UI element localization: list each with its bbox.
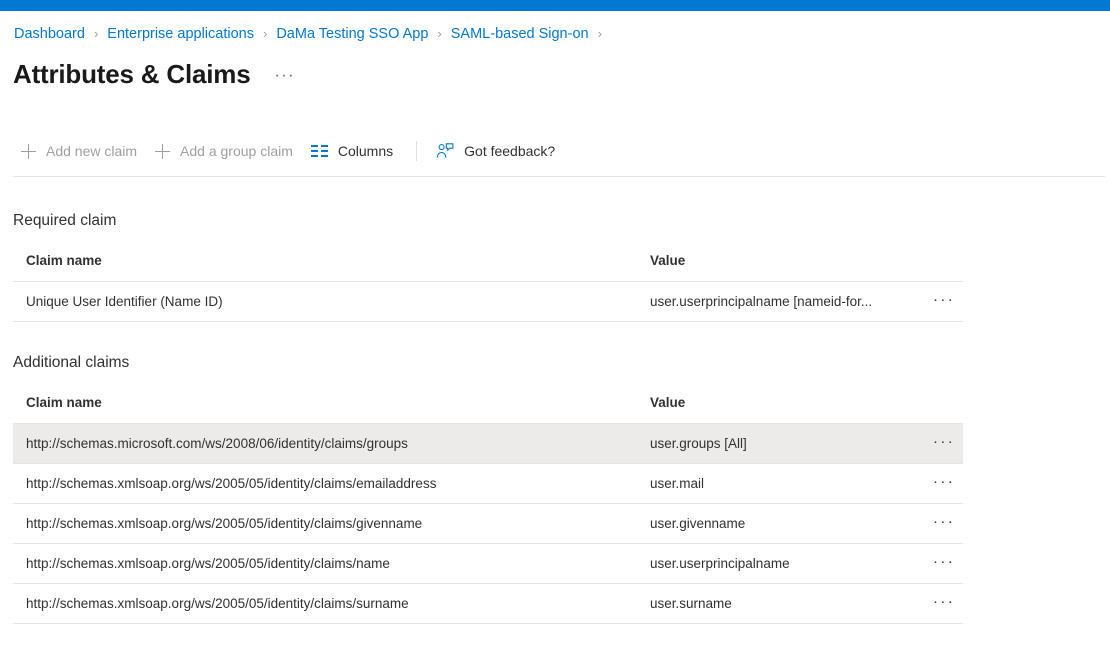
breadcrumb-chevron-icon: ›: [437, 24, 441, 44]
column-header-claim-name: Claim name: [13, 395, 650, 424]
section-heading-additional: Additional claims: [13, 353, 963, 373]
command-label: Got feedback?: [464, 143, 555, 159]
table-row[interactable]: http://schemas.xmlsoap.org/ws/2005/05/id…: [13, 504, 963, 544]
cell-value: user.groups [All]: [650, 424, 933, 464]
cell-value: user.surname: [650, 584, 933, 624]
command-bar-divider: [13, 176, 1105, 177]
command-label: Add new claim: [46, 143, 137, 159]
cell-actions: ···: [933, 424, 963, 464]
column-header-actions: [933, 395, 963, 424]
plus-icon: [155, 144, 170, 159]
cell-actions: ···: [933, 504, 963, 544]
column-header-actions: [933, 253, 963, 282]
row-more-menu-icon[interactable]: ···: [933, 437, 955, 447]
command-label: Columns: [338, 143, 393, 159]
columns-icon: [311, 145, 328, 158]
cell-value: user.userprincipalname: [650, 544, 933, 584]
cell-actions: ···: [933, 282, 963, 322]
page-title: Attributes & Claims: [13, 58, 250, 90]
breadcrumb-link-0[interactable]: Dashboard: [13, 24, 86, 44]
cell-claim-name: http://schemas.xmlsoap.org/ws/2005/05/id…: [13, 584, 650, 624]
breadcrumb-link-1[interactable]: Enterprise applications: [106, 24, 255, 44]
row-more-menu-icon[interactable]: ···: [933, 597, 955, 607]
cell-actions: ···: [933, 464, 963, 504]
command-got-feedback-button[interactable]: Got feedback?: [428, 133, 565, 169]
command-add-a-group-claim-button: Add a group claim: [147, 133, 303, 169]
page-more-menu-icon[interactable]: ···: [274, 69, 294, 83]
claims-table-required: Claim nameValueUnique User Identifier (N…: [13, 253, 963, 322]
cell-claim-name: Unique User Identifier (Name ID): [13, 282, 650, 322]
table-row[interactable]: http://schemas.xmlsoap.org/ws/2005/05/id…: [13, 584, 963, 624]
breadcrumb: Dashboard › Enterprise applications › DaMa T…: [13, 24, 610, 44]
feedback-icon: [436, 143, 454, 159]
table-row[interactable]: Unique User Identifier (Name ID)user.use…: [13, 282, 963, 322]
section-additional-claims: Additional claimsClaim nameValuehttp://s…: [13, 353, 963, 624]
cell-actions: ···: [933, 584, 963, 624]
cell-value: user.userprincipalname [nameid-for...: [650, 282, 933, 322]
table-row[interactable]: http://schemas.xmlsoap.org/ws/2005/05/id…: [13, 544, 963, 584]
command-bar-separator: [416, 141, 417, 161]
row-more-menu-icon[interactable]: ···: [933, 295, 955, 305]
column-header-claim-name: Claim name: [13, 253, 650, 282]
breadcrumb-chevron-icon: ›: [94, 24, 98, 44]
column-header-value: Value: [650, 395, 933, 424]
breadcrumb-link-3[interactable]: SAML-based Sign-on: [450, 24, 590, 44]
plus-icon: [21, 144, 36, 159]
section-heading-required: Required claim: [13, 211, 963, 231]
cell-claim-name: http://schemas.microsoft.com/ws/2008/06/…: [13, 424, 650, 464]
page-title-row: Attributes & Claims ···: [13, 58, 295, 90]
column-header-value: Value: [650, 253, 933, 282]
row-more-menu-icon[interactable]: ···: [933, 557, 955, 567]
cell-value: user.mail: [650, 464, 933, 504]
command-add-new-claim-button: Add new claim: [13, 133, 147, 169]
command-columns-button[interactable]: Columns: [303, 133, 403, 169]
table-header-row: Claim nameValue: [13, 253, 963, 282]
breadcrumb-link-2[interactable]: DaMa Testing SSO App: [275, 24, 429, 44]
top-accent-bar: [0, 0, 1110, 11]
cell-actions: ···: [933, 544, 963, 584]
command-bar: Add new claim Add a group claim Columns Got…: [13, 133, 1105, 169]
cell-value: user.givenname: [650, 504, 933, 544]
cell-claim-name: http://schemas.xmlsoap.org/ws/2005/05/id…: [13, 544, 650, 584]
table-header-row: Claim nameValue: [13, 395, 963, 424]
row-more-menu-icon[interactable]: ···: [933, 477, 955, 487]
table-row[interactable]: http://schemas.xmlsoap.org/ws/2005/05/id…: [13, 464, 963, 504]
cell-claim-name: http://schemas.xmlsoap.org/ws/2005/05/id…: [13, 464, 650, 504]
cell-claim-name: http://schemas.xmlsoap.org/ws/2005/05/id…: [13, 504, 650, 544]
table-row[interactable]: http://schemas.microsoft.com/ws/2008/06/…: [13, 424, 963, 464]
claims-table-additional: Claim nameValuehttp://schemas.microsoft.…: [13, 395, 963, 624]
command-label: Add a group claim: [180, 143, 293, 159]
row-more-menu-icon[interactable]: ···: [933, 517, 955, 527]
breadcrumb-chevron-icon: ›: [263, 24, 267, 44]
breadcrumb-chevron-icon: ›: [598, 24, 602, 44]
section-required-claim: Required claim Claim nameValueUnique User…: [13, 211, 963, 322]
